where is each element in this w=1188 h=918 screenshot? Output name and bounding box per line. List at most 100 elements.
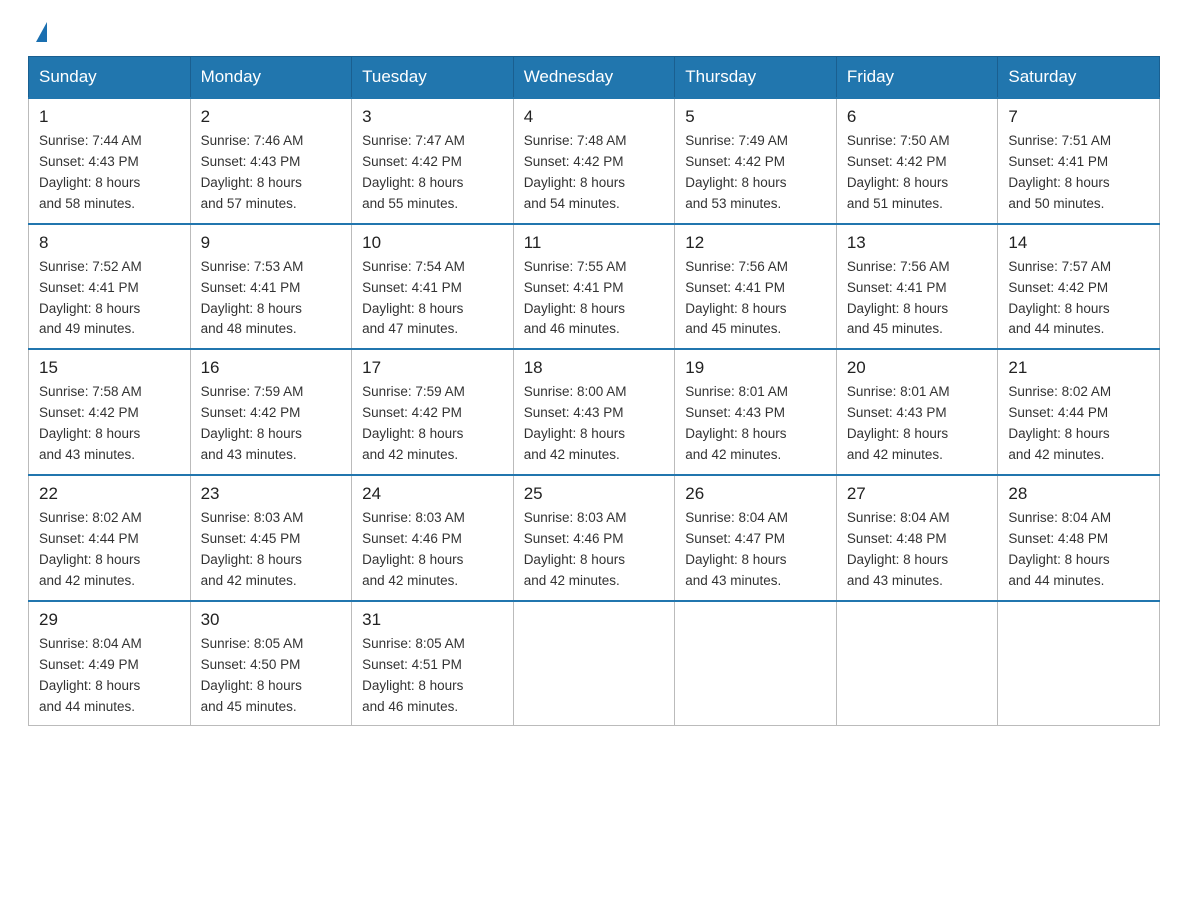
day-info: Sunrise: 8:02 AM Sunset: 4:44 PM Dayligh…: [1008, 382, 1149, 466]
calendar-day-cell: 13 Sunrise: 7:56 AM Sunset: 4:41 PM Dayl…: [836, 224, 998, 350]
day-number: 30: [201, 610, 342, 630]
calendar-day-cell: 24 Sunrise: 8:03 AM Sunset: 4:46 PM Dayl…: [352, 475, 514, 601]
day-number: 8: [39, 233, 180, 253]
day-info: Sunrise: 7:46 AM Sunset: 4:43 PM Dayligh…: [201, 131, 342, 215]
day-number: 14: [1008, 233, 1149, 253]
calendar-day-cell: 30 Sunrise: 8:05 AM Sunset: 4:50 PM Dayl…: [190, 601, 352, 726]
day-info: Sunrise: 8:04 AM Sunset: 4:48 PM Dayligh…: [847, 508, 988, 592]
day-info: Sunrise: 7:58 AM Sunset: 4:42 PM Dayligh…: [39, 382, 180, 466]
calendar-header-tuesday: Tuesday: [352, 57, 514, 99]
calendar-day-cell: 1 Sunrise: 7:44 AM Sunset: 4:43 PM Dayli…: [29, 98, 191, 224]
calendar-day-cell: 10 Sunrise: 7:54 AM Sunset: 4:41 PM Dayl…: [352, 224, 514, 350]
calendar-empty-cell: [513, 601, 675, 726]
calendar-day-cell: 15 Sunrise: 7:58 AM Sunset: 4:42 PM Dayl…: [29, 349, 191, 475]
day-number: 13: [847, 233, 988, 253]
day-number: 16: [201, 358, 342, 378]
calendar-day-cell: 20 Sunrise: 8:01 AM Sunset: 4:43 PM Dayl…: [836, 349, 998, 475]
day-info: Sunrise: 7:50 AM Sunset: 4:42 PM Dayligh…: [847, 131, 988, 215]
logo: [32, 24, 47, 44]
day-info: Sunrise: 8:00 AM Sunset: 4:43 PM Dayligh…: [524, 382, 665, 466]
day-number: 7: [1008, 107, 1149, 127]
day-number: 20: [847, 358, 988, 378]
calendar-week-row: 1 Sunrise: 7:44 AM Sunset: 4:43 PM Dayli…: [29, 98, 1160, 224]
calendar-day-cell: 21 Sunrise: 8:02 AM Sunset: 4:44 PM Dayl…: [998, 349, 1160, 475]
day-number: 5: [685, 107, 826, 127]
calendar-header-monday: Monday: [190, 57, 352, 99]
calendar-week-row: 22 Sunrise: 8:02 AM Sunset: 4:44 PM Dayl…: [29, 475, 1160, 601]
day-info: Sunrise: 8:04 AM Sunset: 4:49 PM Dayligh…: [39, 634, 180, 718]
day-info: Sunrise: 8:01 AM Sunset: 4:43 PM Dayligh…: [685, 382, 826, 466]
day-info: Sunrise: 7:56 AM Sunset: 4:41 PM Dayligh…: [847, 257, 988, 341]
calendar-empty-cell: [836, 601, 998, 726]
calendar-day-cell: 17 Sunrise: 7:59 AM Sunset: 4:42 PM Dayl…: [352, 349, 514, 475]
calendar-day-cell: 18 Sunrise: 8:00 AM Sunset: 4:43 PM Dayl…: [513, 349, 675, 475]
day-number: 27: [847, 484, 988, 504]
day-number: 31: [362, 610, 503, 630]
day-info: Sunrise: 7:49 AM Sunset: 4:42 PM Dayligh…: [685, 131, 826, 215]
day-info: Sunrise: 8:04 AM Sunset: 4:48 PM Dayligh…: [1008, 508, 1149, 592]
day-number: 28: [1008, 484, 1149, 504]
calendar-header-row: SundayMondayTuesdayWednesdayThursdayFrid…: [29, 57, 1160, 99]
day-info: Sunrise: 8:05 AM Sunset: 4:51 PM Dayligh…: [362, 634, 503, 718]
day-number: 18: [524, 358, 665, 378]
day-info: Sunrise: 8:04 AM Sunset: 4:47 PM Dayligh…: [685, 508, 826, 592]
day-number: 10: [362, 233, 503, 253]
calendar-empty-cell: [998, 601, 1160, 726]
day-info: Sunrise: 7:59 AM Sunset: 4:42 PM Dayligh…: [201, 382, 342, 466]
day-number: 1: [39, 107, 180, 127]
calendar-day-cell: 16 Sunrise: 7:59 AM Sunset: 4:42 PM Dayl…: [190, 349, 352, 475]
day-info: Sunrise: 8:03 AM Sunset: 4:46 PM Dayligh…: [524, 508, 665, 592]
logo-triangle-icon: [36, 22, 47, 42]
day-info: Sunrise: 7:55 AM Sunset: 4:41 PM Dayligh…: [524, 257, 665, 341]
calendar-day-cell: 28 Sunrise: 8:04 AM Sunset: 4:48 PM Dayl…: [998, 475, 1160, 601]
day-number: 29: [39, 610, 180, 630]
calendar-day-cell: 3 Sunrise: 7:47 AM Sunset: 4:42 PM Dayli…: [352, 98, 514, 224]
page-header: [0, 0, 1188, 56]
calendar-day-cell: 26 Sunrise: 8:04 AM Sunset: 4:47 PM Dayl…: [675, 475, 837, 601]
day-info: Sunrise: 8:03 AM Sunset: 4:45 PM Dayligh…: [201, 508, 342, 592]
day-number: 9: [201, 233, 342, 253]
day-info: Sunrise: 8:05 AM Sunset: 4:50 PM Dayligh…: [201, 634, 342, 718]
calendar-day-cell: 14 Sunrise: 7:57 AM Sunset: 4:42 PM Dayl…: [998, 224, 1160, 350]
calendar-day-cell: 23 Sunrise: 8:03 AM Sunset: 4:45 PM Dayl…: [190, 475, 352, 601]
day-info: Sunrise: 7:53 AM Sunset: 4:41 PM Dayligh…: [201, 257, 342, 341]
day-info: Sunrise: 7:54 AM Sunset: 4:41 PM Dayligh…: [362, 257, 503, 341]
day-number: 24: [362, 484, 503, 504]
day-info: Sunrise: 8:03 AM Sunset: 4:46 PM Dayligh…: [362, 508, 503, 592]
calendar-table: SundayMondayTuesdayWednesdayThursdayFrid…: [28, 56, 1160, 726]
calendar-day-cell: 29 Sunrise: 8:04 AM Sunset: 4:49 PM Dayl…: [29, 601, 191, 726]
calendar-day-cell: 7 Sunrise: 7:51 AM Sunset: 4:41 PM Dayli…: [998, 98, 1160, 224]
day-info: Sunrise: 7:52 AM Sunset: 4:41 PM Dayligh…: [39, 257, 180, 341]
calendar-week-row: 15 Sunrise: 7:58 AM Sunset: 4:42 PM Dayl…: [29, 349, 1160, 475]
calendar-day-cell: 19 Sunrise: 8:01 AM Sunset: 4:43 PM Dayl…: [675, 349, 837, 475]
calendar-day-cell: 22 Sunrise: 8:02 AM Sunset: 4:44 PM Dayl…: [29, 475, 191, 601]
calendar-day-cell: 12 Sunrise: 7:56 AM Sunset: 4:41 PM Dayl…: [675, 224, 837, 350]
calendar-day-cell: 4 Sunrise: 7:48 AM Sunset: 4:42 PM Dayli…: [513, 98, 675, 224]
day-number: 4: [524, 107, 665, 127]
day-info: Sunrise: 7:44 AM Sunset: 4:43 PM Dayligh…: [39, 131, 180, 215]
day-number: 22: [39, 484, 180, 504]
calendar-header-friday: Friday: [836, 57, 998, 99]
calendar-day-cell: 25 Sunrise: 8:03 AM Sunset: 4:46 PM Dayl…: [513, 475, 675, 601]
day-number: 6: [847, 107, 988, 127]
day-info: Sunrise: 7:47 AM Sunset: 4:42 PM Dayligh…: [362, 131, 503, 215]
day-number: 12: [685, 233, 826, 253]
day-info: Sunrise: 7:48 AM Sunset: 4:42 PM Dayligh…: [524, 131, 665, 215]
day-number: 11: [524, 233, 665, 253]
day-info: Sunrise: 8:01 AM Sunset: 4:43 PM Dayligh…: [847, 382, 988, 466]
day-number: 21: [1008, 358, 1149, 378]
calendar-header-wednesday: Wednesday: [513, 57, 675, 99]
day-number: 15: [39, 358, 180, 378]
calendar-day-cell: 27 Sunrise: 8:04 AM Sunset: 4:48 PM Dayl…: [836, 475, 998, 601]
day-info: Sunrise: 7:59 AM Sunset: 4:42 PM Dayligh…: [362, 382, 503, 466]
calendar-day-cell: 2 Sunrise: 7:46 AM Sunset: 4:43 PM Dayli…: [190, 98, 352, 224]
calendar-header-saturday: Saturday: [998, 57, 1160, 99]
calendar-empty-cell: [675, 601, 837, 726]
day-number: 26: [685, 484, 826, 504]
day-info: Sunrise: 8:02 AM Sunset: 4:44 PM Dayligh…: [39, 508, 180, 592]
day-number: 2: [201, 107, 342, 127]
calendar-day-cell: 8 Sunrise: 7:52 AM Sunset: 4:41 PM Dayli…: [29, 224, 191, 350]
day-info: Sunrise: 7:56 AM Sunset: 4:41 PM Dayligh…: [685, 257, 826, 341]
day-number: 3: [362, 107, 503, 127]
day-info: Sunrise: 7:57 AM Sunset: 4:42 PM Dayligh…: [1008, 257, 1149, 341]
